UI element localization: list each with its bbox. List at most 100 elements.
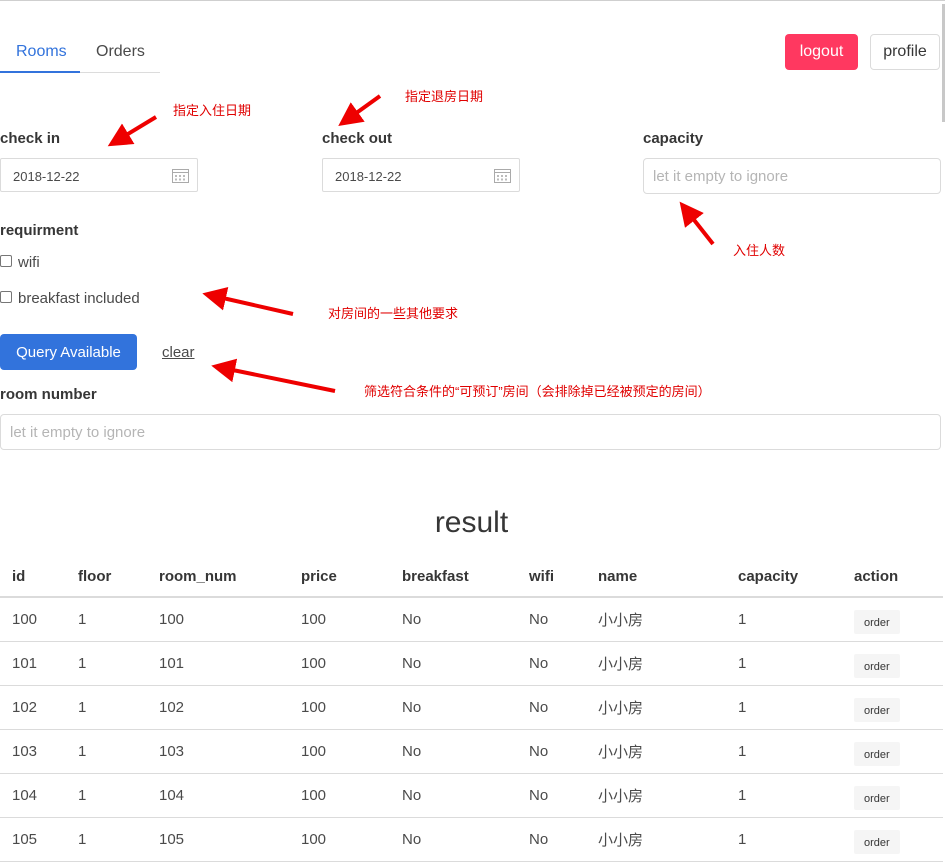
cell-floor: 1 <box>66 641 147 686</box>
tab-orders[interactable]: Orders <box>96 43 145 61</box>
logout-button[interactable]: logout <box>785 34 858 70</box>
column-header: id <box>0 556 66 598</box>
breakfast-option[interactable]: breakfast included <box>0 290 140 307</box>
breakfast-checkbox[interactable] <box>0 291 12 304</box>
result-title: result <box>434 506 509 539</box>
calendar-icon[interactable] <box>172 168 189 183</box>
column-header: price <box>289 556 390 598</box>
cell-name: 小小房 <box>586 773 726 818</box>
calendar-icon[interactable] <box>494 168 511 183</box>
result-table: id floor room_num price breakfast wifi n… <box>0 556 943 862</box>
cell-breakfast: No <box>390 729 517 774</box>
order-button[interactable]: order <box>854 697 900 722</box>
cell-wifi: No <box>517 773 586 818</box>
annotation-requirement: 对房间的一些其他要求 <box>328 306 459 321</box>
cell-id: 103 <box>0 729 66 774</box>
tab-rooms[interactable]: Rooms <box>16 43 67 61</box>
capacity-input[interactable]: let it empty to ignore <box>643 158 941 194</box>
table-row: 102 1 102 100 No No 小小房 1 order <box>0 685 943 730</box>
checkin-label: check in <box>0 130 61 147</box>
cell-price: 100 <box>289 641 390 686</box>
cell-id: 102 <box>0 685 66 730</box>
order-button[interactable]: order <box>854 653 900 678</box>
cell-action: order <box>842 817 943 862</box>
cell-name: 小小房 <box>586 597 726 642</box>
clear-link[interactable]: clear <box>162 344 195 361</box>
cell-capacity: 1 <box>726 773 842 818</box>
profile-button[interactable]: profile <box>870 34 940 70</box>
checkin-date-input[interactable]: 2018-12-22 <box>0 158 198 192</box>
cell-room-num: 104 <box>147 773 289 818</box>
active-tab-indicator <box>0 71 80 73</box>
table-row: 103 1 103 100 No No 小小房 1 order <box>0 729 943 774</box>
cell-capacity: 1 <box>726 817 842 862</box>
table-row: 105 1 105 100 No No 小小房 1 order <box>0 817 943 862</box>
column-header: name <box>586 556 726 598</box>
order-button[interactable]: order <box>854 829 900 854</box>
cell-wifi: No <box>517 641 586 686</box>
cell-room-num: 103 <box>147 729 289 774</box>
order-button[interactable]: order <box>854 609 900 634</box>
cell-name: 小小房 <box>586 729 726 774</box>
column-header: breakfast <box>390 556 517 598</box>
checkout-label: check out <box>322 130 393 147</box>
table-header-row: id floor room_num price breakfast wifi n… <box>0 556 943 598</box>
table-row: 101 1 101 100 No No 小小房 1 order <box>0 641 943 686</box>
cell-wifi: No <box>517 597 586 642</box>
column-header: action <box>842 556 943 598</box>
checkout-date-input[interactable]: 2018-12-22 <box>322 158 520 192</box>
arrow-to-checkin <box>107 115 158 147</box>
column-header: room_num <box>147 556 289 598</box>
cell-wifi: No <box>517 685 586 730</box>
cell-action: order <box>842 685 943 730</box>
cell-breakfast: No <box>390 817 517 862</box>
cell-room-num: 101 <box>147 641 289 686</box>
capacity-label: capacity <box>643 130 704 147</box>
checkin-date-value: 2018-12-22 <box>13 169 80 184</box>
cell-breakfast: No <box>390 685 517 730</box>
cell-price: 100 <box>289 597 390 642</box>
cell-room-num: 102 <box>147 685 289 730</box>
annotation-query: 筛选符合条件的“可预订”房间（会排除掉已经被预定的房间） <box>364 384 711 399</box>
cell-name: 小小房 <box>586 641 726 686</box>
checkout-date-value: 2018-12-22 <box>335 169 402 184</box>
cell-capacity: 1 <box>726 597 842 642</box>
column-header: floor <box>66 556 147 598</box>
cell-price: 100 <box>289 773 390 818</box>
table-row: 100 1 100 100 No No 小小房 1 order <box>0 597 943 642</box>
cell-name: 小小房 <box>586 685 726 730</box>
column-header: wifi <box>517 556 586 598</box>
cell-action: order <box>842 597 943 642</box>
cell-id: 104 <box>0 773 66 818</box>
room-number-placeholder: let it empty to ignore <box>10 424 146 441</box>
wifi-option[interactable]: wifi <box>0 254 40 271</box>
cell-price: 100 <box>289 817 390 862</box>
cell-floor: 1 <box>66 773 147 818</box>
cell-action: order <box>842 729 943 774</box>
cell-action: order <box>842 773 943 818</box>
order-button[interactable]: order <box>854 741 900 766</box>
requirement-label: requirment <box>0 222 79 239</box>
cell-floor: 1 <box>66 817 147 862</box>
cell-name: 小小房 <box>586 817 726 862</box>
column-header: capacity <box>726 556 842 598</box>
cell-id: 100 <box>0 597 66 642</box>
wifi-checkbox[interactable] <box>0 255 12 268</box>
room-number-input[interactable]: let it empty to ignore <box>0 414 941 450</box>
query-available-button[interactable]: Query Available <box>0 334 137 370</box>
cell-floor: 1 <box>66 597 147 642</box>
capacity-placeholder: let it empty to ignore <box>653 168 789 185</box>
room-number-label: room number <box>0 386 97 403</box>
table-row: 104 1 104 100 No No 小小房 1 order <box>0 773 943 818</box>
cell-wifi: No <box>517 817 586 862</box>
cell-capacity: 1 <box>726 729 842 774</box>
cell-breakfast: No <box>390 597 517 642</box>
order-button[interactable]: order <box>854 785 900 810</box>
cell-wifi: No <box>517 729 586 774</box>
cell-id: 105 <box>0 817 66 862</box>
annotation-capacity: 入住人数 <box>733 243 786 258</box>
breakfast-label: breakfast included <box>18 290 140 307</box>
cell-floor: 1 <box>66 685 147 730</box>
tab-bar: Rooms Orders <box>0 33 160 73</box>
annotation-checkout: 指定退房日期 <box>405 89 484 104</box>
